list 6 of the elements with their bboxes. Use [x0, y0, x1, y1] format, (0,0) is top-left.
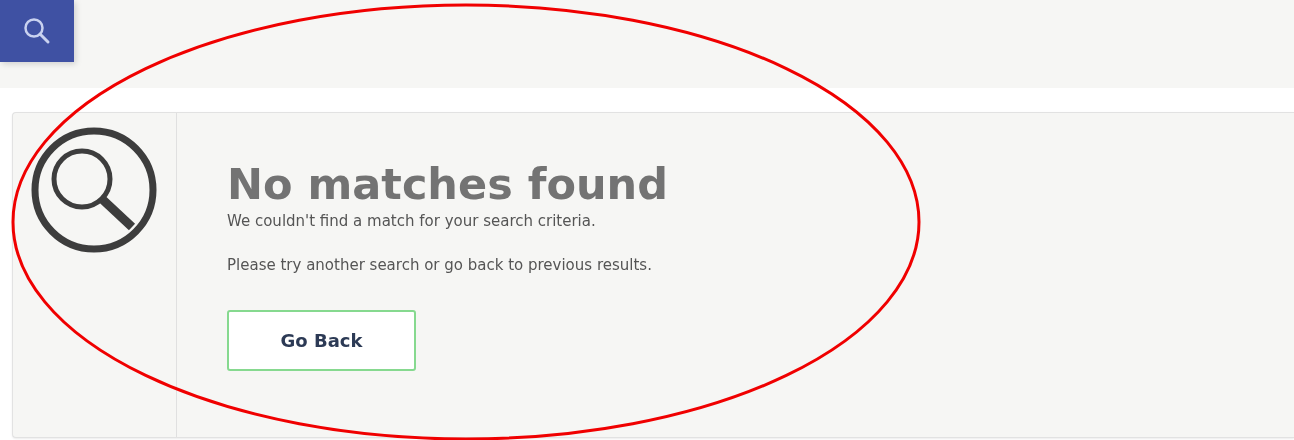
go-back-button[interactable]: Go Back — [227, 310, 416, 372]
search-button[interactable] — [0, 0, 74, 62]
message-text: We couldn't find a match for your search criteria. — [227, 212, 597, 231]
message-text: Please try another search or go back to previous results. — [227, 256, 653, 275]
search-icon — [22, 16, 52, 46]
no-results-heading: No matches found — [227, 161, 668, 209]
